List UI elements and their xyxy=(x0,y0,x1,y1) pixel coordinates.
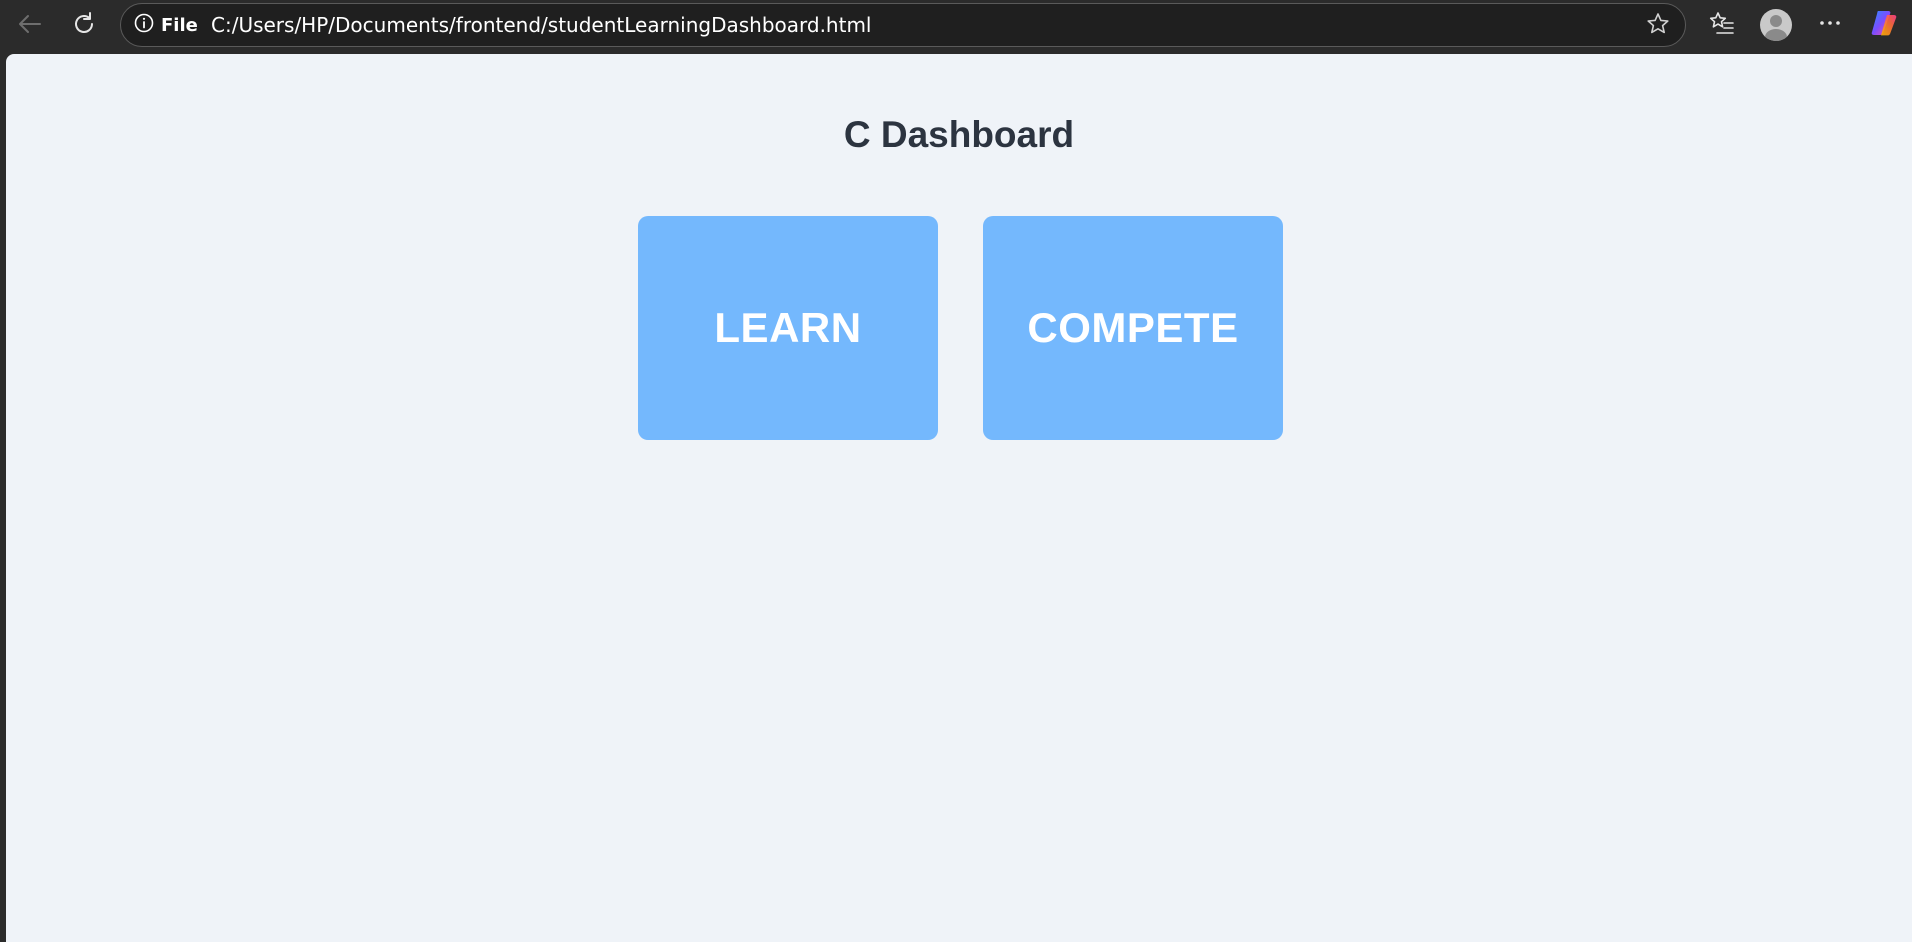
profile-avatar-icon xyxy=(1760,9,1792,41)
star-icon xyxy=(1645,11,1671,42)
copilot-button[interactable] xyxy=(1864,7,1904,43)
address-bar[interactable]: File C:/Users/HP/Documents/frontend/stud… xyxy=(120,3,1686,47)
reload-button[interactable] xyxy=(64,7,104,41)
back-button[interactable] xyxy=(10,7,50,41)
favorites-list-icon xyxy=(1708,9,1736,42)
page-viewport: C Dashboard LEARN COMPETE xyxy=(6,54,1912,942)
reload-icon xyxy=(70,10,98,38)
add-favorite-button[interactable] xyxy=(1643,11,1673,41)
info-icon xyxy=(133,12,155,39)
url-text[interactable]: C:/Users/HP/Documents/frontend/studentLe… xyxy=(211,4,872,46)
site-info-button[interactable]: File xyxy=(133,4,198,46)
compete-card-label: COMPETE xyxy=(1027,304,1239,351)
favorites-button[interactable] xyxy=(1702,7,1742,43)
site-info-label: File xyxy=(161,14,198,36)
more-options-button[interactable] xyxy=(1810,7,1850,43)
more-dots-icon xyxy=(1817,10,1843,41)
compete-card-button[interactable]: COMPETE xyxy=(983,216,1283,440)
back-arrow-icon xyxy=(16,10,44,38)
profile-button[interactable] xyxy=(1756,7,1796,43)
browser-toolbar: File C:/Users/HP/Documents/frontend/stud… xyxy=(0,0,1912,52)
learn-card-button[interactable]: LEARN xyxy=(638,216,938,440)
page-title: C Dashboard xyxy=(843,114,1075,155)
learn-card-label: LEARN xyxy=(714,304,862,351)
copilot-icon xyxy=(1868,7,1900,44)
